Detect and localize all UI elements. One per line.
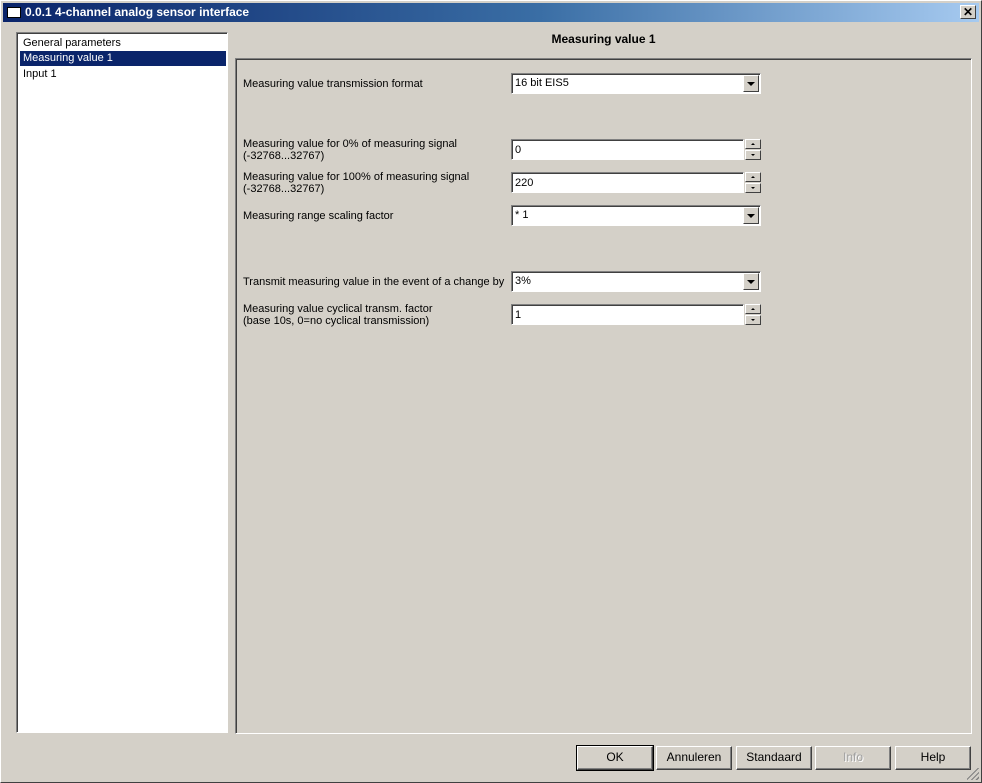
close-button[interactable]: ✕ xyxy=(960,5,976,19)
value-100-label: Measuring value for 100% of measuring si… xyxy=(243,171,469,195)
panel-title: Measuring value 1 xyxy=(551,32,656,46)
tree-item-measuring-value-1[interactable]: Measuring value 1 xyxy=(20,51,226,66)
cyclical-factor-stepper xyxy=(745,304,761,325)
spin-down-icon[interactable] xyxy=(745,183,761,193)
parameter-tree: General parameters Measuring value 1 Inp… xyxy=(16,32,228,733)
cyclical-factor-input[interactable] xyxy=(511,304,744,325)
change-threshold-select[interactable]: 3% xyxy=(511,271,761,292)
spin-up-icon[interactable] xyxy=(745,139,761,149)
cancel-button[interactable]: Annuleren xyxy=(656,746,732,770)
resize-grip-icon[interactable] xyxy=(967,768,979,780)
cyclical-factor-label: Measuring value cyclical transm. factor … xyxy=(243,303,433,327)
standard-button[interactable]: Standaard xyxy=(736,746,812,770)
transmission-format-value: 16 bit EIS5 xyxy=(515,77,569,89)
scaling-factor-select[interactable]: * 1 xyxy=(511,205,761,226)
scaling-factor-value: * 1 xyxy=(515,209,529,221)
value-0-input[interactable] xyxy=(511,139,744,160)
ok-button[interactable]: OK xyxy=(576,745,654,771)
dialog-window: 0.0.1 4-channel analog sensor interface … xyxy=(0,0,982,783)
chevron-down-icon[interactable] xyxy=(743,273,759,290)
tree-item-general-parameters[interactable]: General parameters xyxy=(20,36,226,51)
spin-up-icon[interactable] xyxy=(745,304,761,314)
value-0-label-line1: Measuring value for 0% of measuring sign… xyxy=(243,138,458,150)
transmission-format-select[interactable]: 16 bit EIS5 xyxy=(511,73,761,94)
change-threshold-value: 3% xyxy=(515,275,531,287)
transmission-format-label: Measuring value transmission format xyxy=(243,78,423,90)
chevron-down-icon[interactable] xyxy=(743,75,759,92)
value-100-input[interactable] xyxy=(511,172,744,193)
change-threshold-label: Transmit measuring value in the event of… xyxy=(243,276,505,288)
value-0-label-line2: (-32768...32767) xyxy=(243,150,325,162)
tree-item-input-1[interactable]: Input 1 xyxy=(20,67,226,82)
spin-up-icon[interactable] xyxy=(745,172,761,182)
value-100-label-line2: (-32768...32767) xyxy=(243,183,325,195)
spin-down-icon[interactable] xyxy=(745,150,761,160)
help-button[interactable]: Help xyxy=(895,746,971,770)
chevron-down-icon[interactable] xyxy=(743,207,759,224)
scaling-factor-label: Measuring range scaling factor xyxy=(243,210,394,222)
value-100-label-line1: Measuring value for 100% of measuring si… xyxy=(243,171,470,183)
window-title: 0.0.1 4-channel analog sensor interface xyxy=(25,5,250,19)
info-button: Info xyxy=(815,746,891,770)
app-icon xyxy=(7,7,21,18)
value-0-stepper xyxy=(745,139,761,160)
title-bar: 0.0.1 4-channel analog sensor interface … xyxy=(3,3,979,22)
spin-down-icon[interactable] xyxy=(745,315,761,325)
value-0-label: Measuring value for 0% of measuring sign… xyxy=(243,138,457,162)
value-100-stepper xyxy=(745,172,761,193)
cyclical-factor-label-line2: (base 10s, 0=no cyclical transmission) xyxy=(243,315,430,327)
cyclical-factor-label-line1: Measuring value cyclical transm. factor xyxy=(243,303,433,315)
